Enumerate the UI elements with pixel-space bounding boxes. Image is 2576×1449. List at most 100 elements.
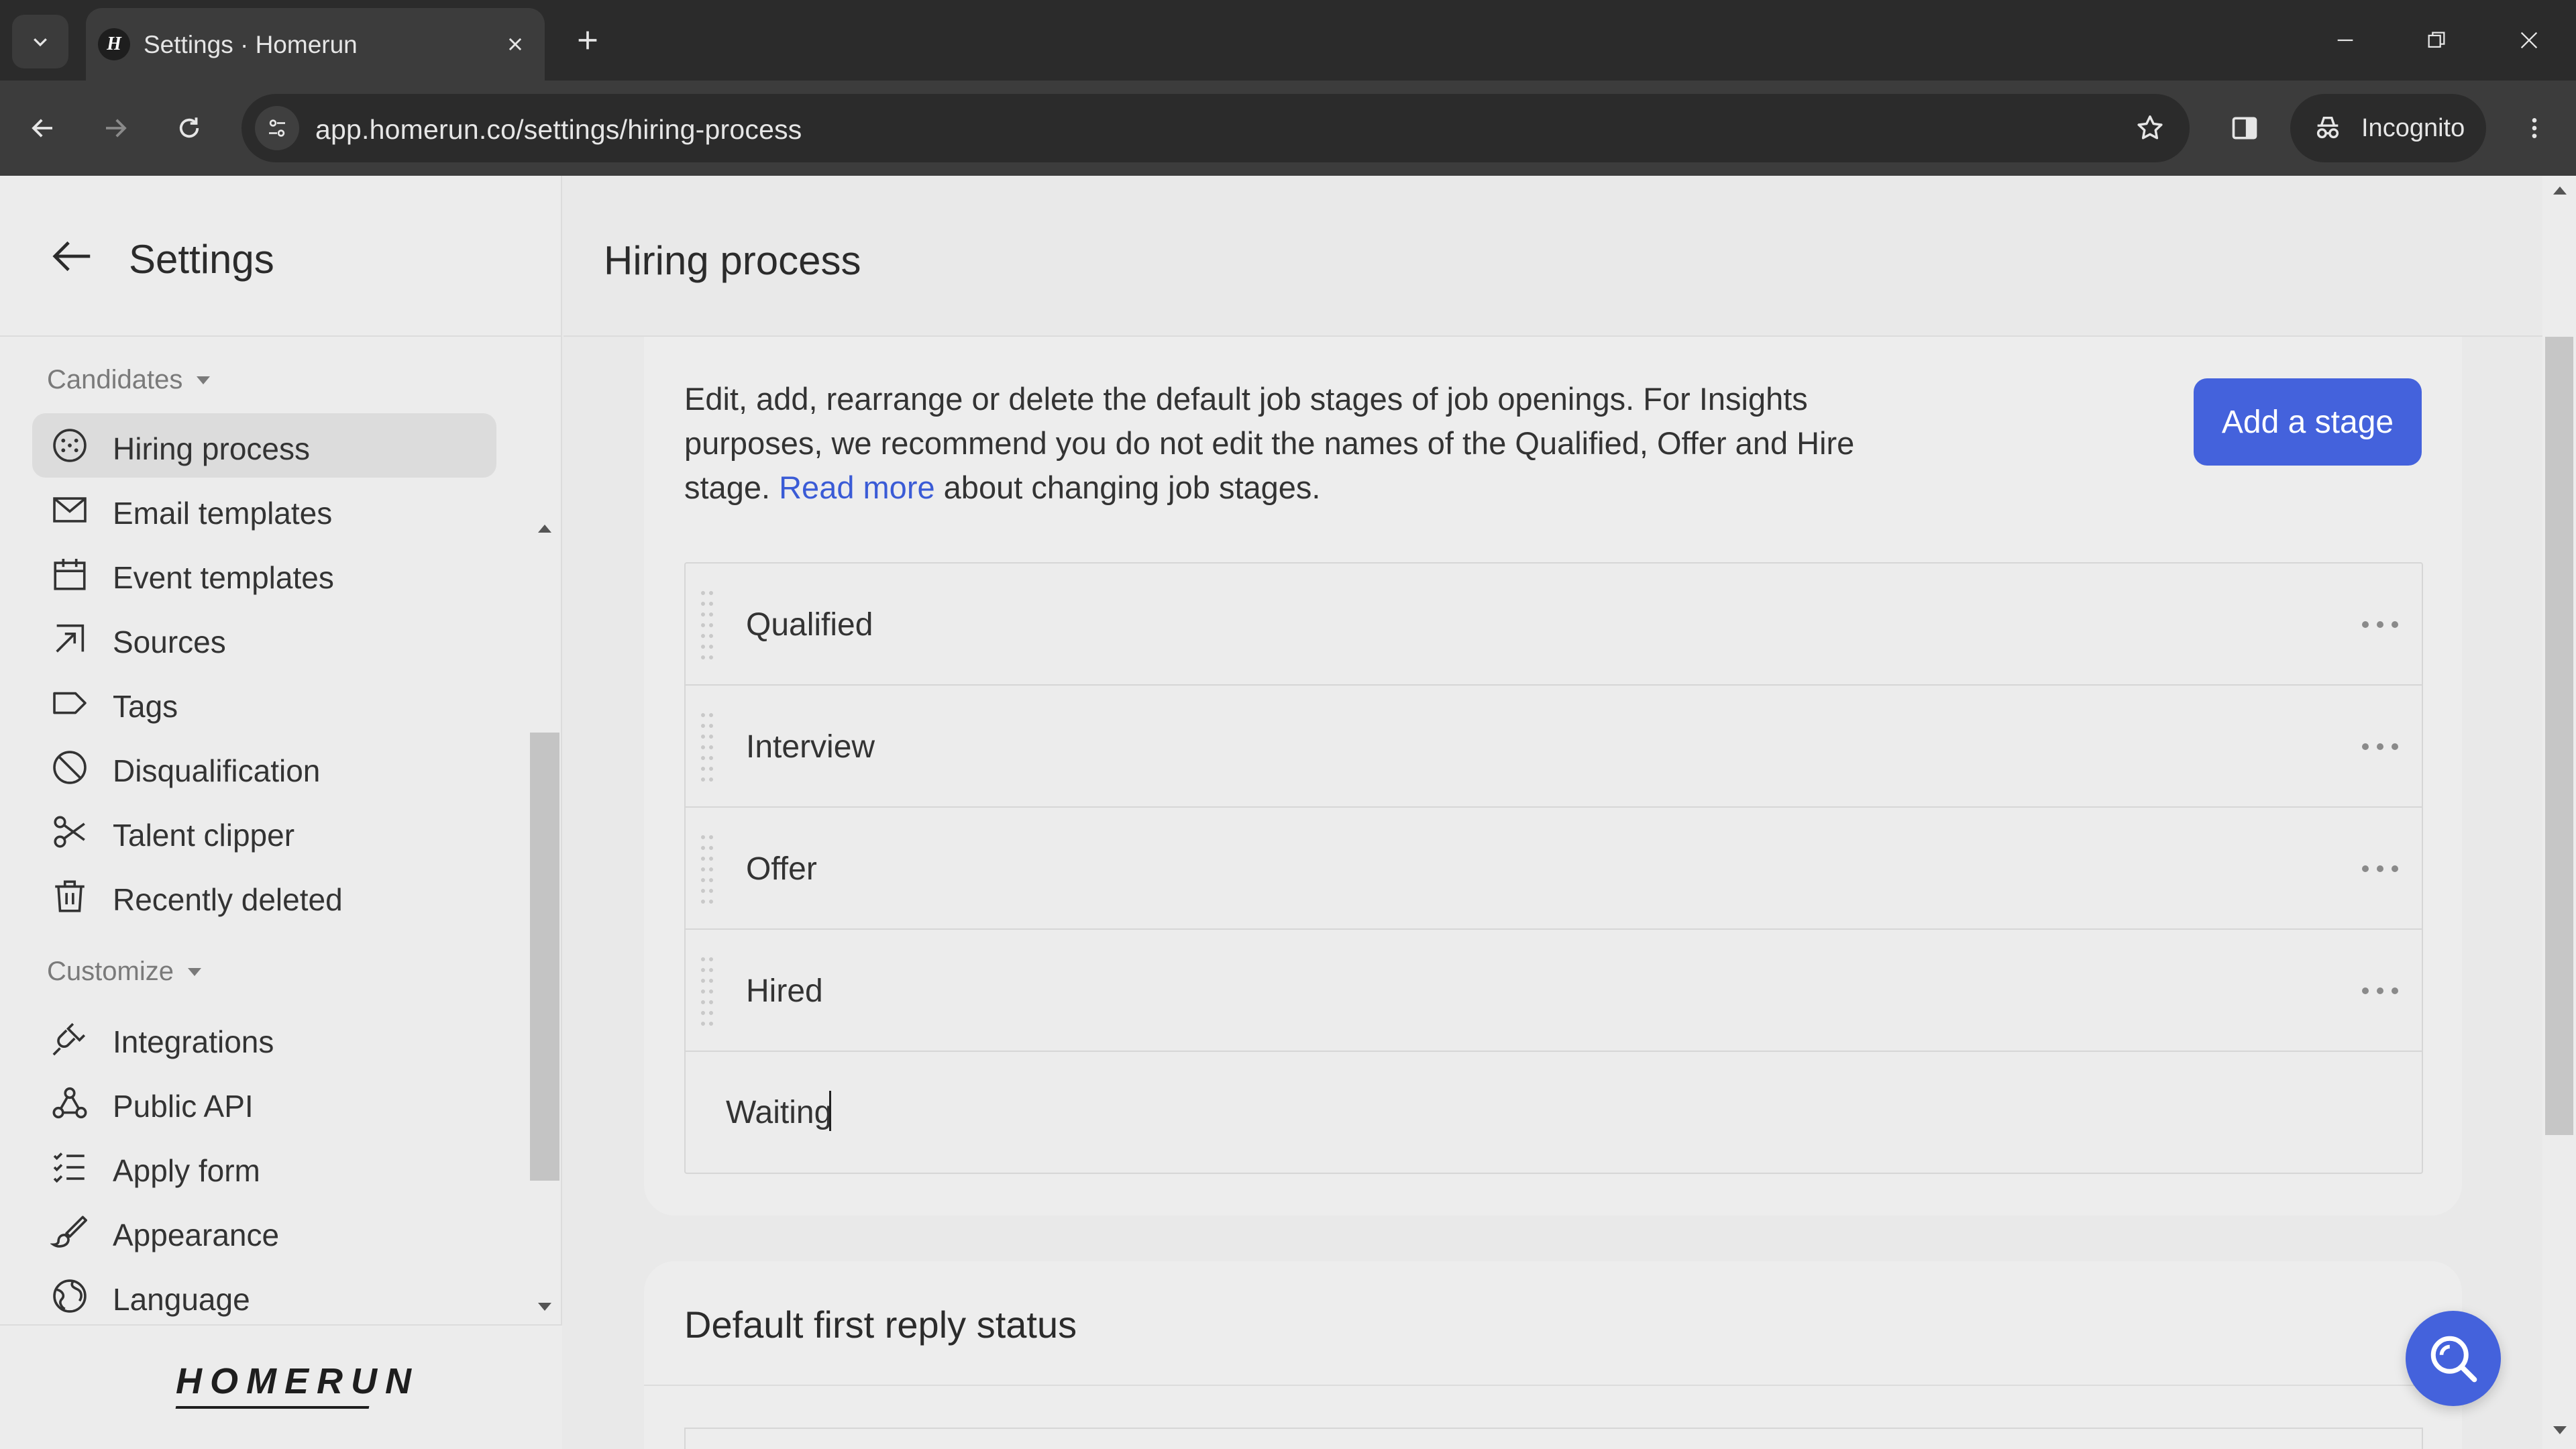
section-label: Candidates bbox=[47, 365, 183, 394]
sidebar-scrollbar-thumb[interactable] bbox=[530, 733, 559, 1181]
browser-menu-button[interactable] bbox=[2509, 103, 2560, 154]
page-title: Hiring process bbox=[604, 238, 861, 283]
browser-tab[interactable]: H Settings · Homerun bbox=[86, 8, 545, 80]
section-header-candidates[interactable]: Candidates bbox=[47, 365, 212, 395]
url-text[interactable]: app.homerun.co/settings/hiring-process bbox=[315, 114, 802, 146]
tab-close-button[interactable] bbox=[499, 28, 531, 60]
description-text: Edit, add, rearrange or delete the defau… bbox=[684, 377, 1905, 510]
page-scroll-up-button[interactable] bbox=[2552, 185, 2568, 196]
drag-handle-icon[interactable] bbox=[698, 832, 716, 910]
window-close-button[interactable] bbox=[2508, 19, 2551, 62]
hiring-process-card: Edit, add, rearrange or delete the defau… bbox=[644, 337, 2462, 1216]
sidebar-item-language[interactable]: Language bbox=[32, 1264, 496, 1324]
sidebar-item-tags[interactable]: Tags bbox=[32, 671, 496, 735]
arrow-right-icon bbox=[106, 119, 127, 138]
more-vertical-icon bbox=[2532, 118, 2537, 138]
address-bar[interactable]: app.homerun.co/settings/hiring-process bbox=[241, 94, 2190, 162]
more-horizontal-icon bbox=[2362, 621, 2398, 628]
caret-down-icon bbox=[538, 1303, 551, 1311]
sidebar-nav: Candidates Hiring process Email template… bbox=[0, 338, 562, 1324]
new-tab-button[interactable] bbox=[568, 20, 608, 60]
sidebar-item-hiring-process[interactable]: Hiring process bbox=[32, 413, 496, 478]
restore-button[interactable] bbox=[2415, 19, 2458, 62]
stage-options-button[interactable] bbox=[2360, 608, 2400, 641]
default-first-reply-card: Default first reply status bbox=[644, 1261, 2462, 1449]
bookmark-button[interactable] bbox=[2131, 109, 2169, 148]
drag-handle-icon[interactable] bbox=[698, 710, 716, 788]
sidebar-item-disqualification[interactable]: Disqualification bbox=[32, 735, 496, 800]
api-nodes-icon bbox=[50, 1083, 90, 1123]
sidebar-item-email-templates[interactable]: Email templates bbox=[32, 478, 496, 542]
browser-chrome: H Settings · Homerun app.homerun.co/sett… bbox=[0, 0, 2576, 176]
text-cursor bbox=[829, 1091, 831, 1131]
calendar-icon bbox=[50, 554, 90, 594]
main-content: Edit, add, rearrange or delete the defau… bbox=[564, 176, 2576, 1449]
sidebar-item-recently-deleted[interactable]: Recently deleted bbox=[32, 864, 496, 928]
stage-row-qualified[interactable]: Qualified bbox=[686, 564, 2422, 686]
read-more-link[interactable]: Read more bbox=[779, 470, 935, 505]
source-arrow-icon bbox=[50, 619, 90, 659]
tab-search-button[interactable] bbox=[12, 15, 68, 68]
divider bbox=[644, 1385, 2462, 1386]
caret-up-icon bbox=[538, 525, 551, 533]
stage-list: Qualified Interview Offer Hired Waiting bbox=[684, 562, 2423, 1174]
caret-down-icon bbox=[197, 376, 211, 384]
mail-icon bbox=[50, 490, 90, 530]
page-scrollbar-thumb[interactable] bbox=[2545, 337, 2573, 1135]
add-stage-button[interactable]: Add a stage bbox=[2194, 378, 2422, 466]
sidebar-scroll-down-button[interactable] bbox=[537, 1301, 553, 1312]
stage-options-button[interactable] bbox=[2360, 974, 2400, 1008]
drag-handle-icon[interactable] bbox=[698, 588, 716, 665]
close-icon bbox=[508, 38, 522, 51]
stage-options-button[interactable] bbox=[2360, 852, 2400, 885]
site-info-button[interactable] bbox=[255, 106, 299, 150]
stage-name: Interview bbox=[746, 729, 875, 765]
page-header: Hiring process bbox=[564, 176, 2576, 337]
help-search-button[interactable] bbox=[2406, 1311, 2501, 1406]
sidebar-item-public-api[interactable]: Public API bbox=[32, 1071, 496, 1135]
sidebar-item-label: Hiring process bbox=[113, 431, 310, 466]
more-horizontal-icon bbox=[2362, 865, 2398, 872]
sidebar-item-event-templates[interactable]: Event templates bbox=[32, 542, 496, 606]
new-stage-name-input[interactable] bbox=[686, 1052, 2422, 1173]
sidebar-item-appearance[interactable]: Appearance bbox=[32, 1199, 496, 1264]
browser-toolbar: app.homerun.co/settings/hiring-process I… bbox=[0, 80, 2576, 176]
drag-handle-icon[interactable] bbox=[698, 954, 716, 1032]
sidebar-item-integrations[interactable]: Integrations bbox=[32, 1006, 496, 1071]
sidebar-item-label: Email templates bbox=[113, 496, 333, 531]
card-title: Default first reply status bbox=[684, 1303, 1077, 1346]
new-stage-row bbox=[686, 1052, 2422, 1173]
first-reply-option-box[interactable] bbox=[684, 1428, 2423, 1449]
homerun-logo: HOMERUN bbox=[176, 1361, 419, 1401]
sidebar-item-label: Appearance bbox=[113, 1218, 280, 1252]
sidebar-item-label: Event templates bbox=[113, 560, 334, 595]
stage-options-button[interactable] bbox=[2360, 730, 2400, 763]
chevron-down-icon bbox=[34, 38, 47, 47]
close-icon bbox=[2520, 32, 2538, 49]
back-to-app-button[interactable] bbox=[44, 228, 101, 284]
scissors-icon bbox=[50, 812, 90, 852]
sidebar-item-label: Talent clipper bbox=[113, 818, 295, 853]
incognito-icon bbox=[2316, 116, 2339, 139]
back-button[interactable] bbox=[17, 103, 68, 154]
stage-row-hired[interactable]: Hired bbox=[686, 930, 2422, 1052]
page-scroll-down-button[interactable] bbox=[2552, 1425, 2568, 1436]
stage-row-interview[interactable]: Interview bbox=[686, 686, 2422, 808]
stage-row-offer[interactable]: Offer bbox=[686, 808, 2422, 930]
side-panel-button[interactable] bbox=[2219, 103, 2270, 154]
section-header-customize[interactable]: Customize bbox=[47, 957, 203, 987]
minimize-button[interactable] bbox=[2324, 19, 2367, 62]
reload-button[interactable] bbox=[164, 103, 215, 154]
sidebar-item-talent-clipper[interactable]: Talent clipper bbox=[32, 800, 496, 864]
minimize-icon bbox=[2337, 39, 2353, 42]
sidebar-item-sources[interactable]: Sources bbox=[32, 606, 496, 671]
forward-button[interactable] bbox=[90, 103, 141, 154]
arrow-left-icon bbox=[52, 241, 91, 272]
sidebar-item-label: Disqualification bbox=[113, 753, 321, 788]
section-label: Customize bbox=[47, 957, 174, 986]
incognito-indicator[interactable]: Incognito bbox=[2290, 94, 2486, 162]
sidebar-item-apply-form[interactable]: Apply form bbox=[32, 1135, 496, 1199]
stage-name: Offer bbox=[746, 851, 817, 887]
sidebar-scroll-up-button[interactable] bbox=[537, 523, 553, 534]
search-icon bbox=[2430, 1336, 2477, 1383]
